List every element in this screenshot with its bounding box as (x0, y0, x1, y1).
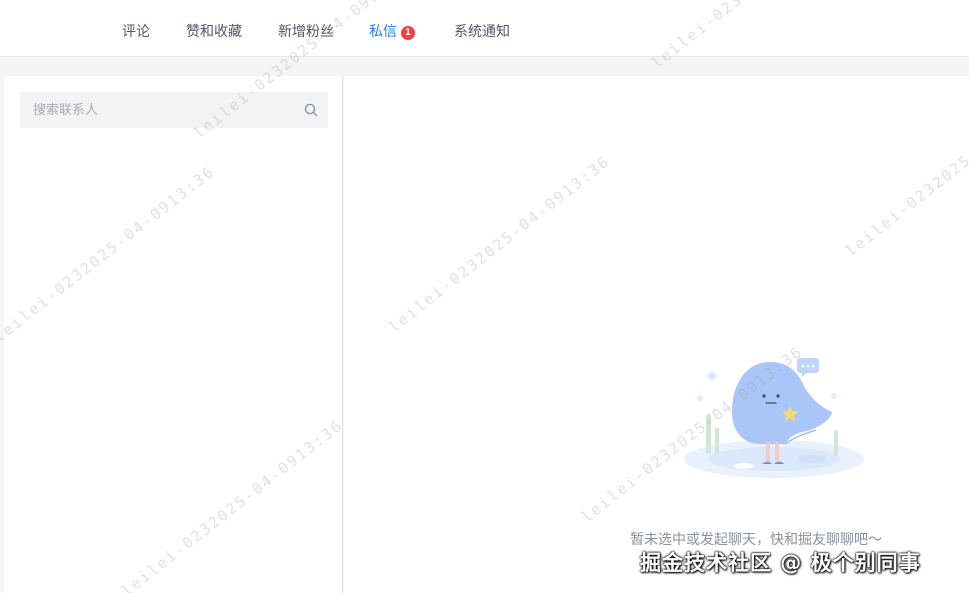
ghost-mascot-icon (684, 358, 864, 478)
tab-new-followers[interactable]: 新增粉丝 (278, 22, 334, 42)
contact-list-panel (4, 76, 343, 593)
unread-badge: 1 (401, 26, 415, 40)
brand-watermark: 掘金技术社区 @ 极个别同事 (640, 551, 921, 575)
search-icon[interactable] (304, 103, 318, 117)
empty-state-text: 暂未选中或发起聊天，快和掘友聊聊吧～ (630, 532, 882, 548)
top-navigation: 评论 赞和收藏 新增粉丝 私信 1 系统通知 (0, 0, 969, 57)
tab-private-messages[interactable]: 私信 1 (369, 22, 415, 42)
tab-comments[interactable]: 评论 (122, 22, 150, 42)
tab-system-notifications[interactable]: 系统通知 (454, 22, 510, 42)
contact-search-box (20, 92, 328, 128)
tab-private-messages-label: 私信 (369, 24, 397, 40)
tab-likes-and-favorites[interactable]: 赞和收藏 (186, 22, 242, 42)
contact-search-input[interactable] (20, 92, 290, 128)
chat-panel: 暂未选中或发起聊天，快和掘友聊聊吧～ (344, 76, 969, 593)
